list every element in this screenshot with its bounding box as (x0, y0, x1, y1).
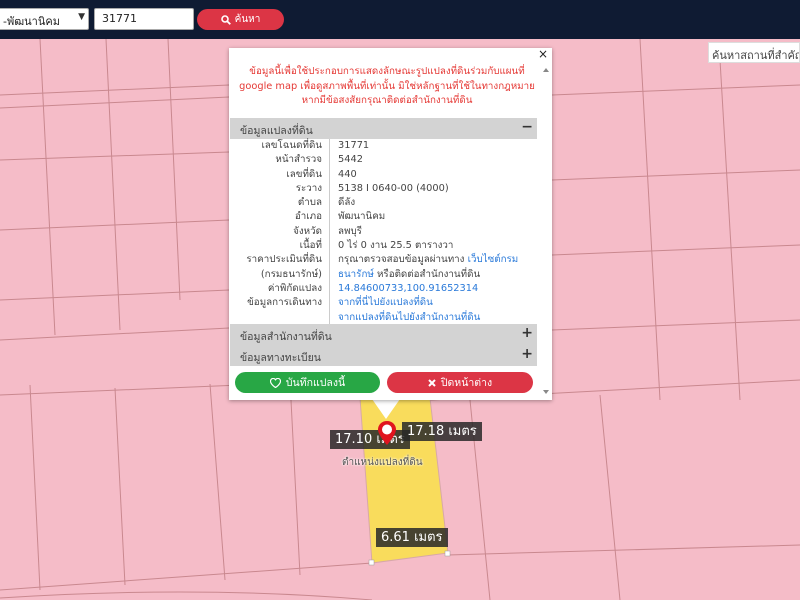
info-row-directions: ข้อมูลการเดินทาง จากที่นี่ไปยังแปลงที่ดิ… (230, 296, 537, 311)
directions-to-office-link[interactable]: จากแปลงที่ดินไปยังสำนักงานที่ดิน (329, 310, 537, 325)
info-row-district: อำเภอ พัฒนานิคม (230, 210, 537, 225)
section-parcel-info[interactable]: ข้อมูลแปลงที่ดิน − (230, 118, 537, 139)
collapse-icon[interactable]: − (521, 119, 533, 135)
info-row-coordinates: ค่าพิกัดแปลง 14.84600733,100.91652314 (230, 281, 537, 297)
section-office-info[interactable]: ข้อมูลสำนักงานที่ดิน + (230, 324, 537, 345)
info-label: เลขที่ดิน (286, 168, 322, 180)
section-title: ข้อมูลทางทะเบียน (240, 352, 321, 364)
measurement-label: 17.10 เมตร (330, 430, 410, 449)
info-label: เลขโฉนดที่ดิน (261, 140, 322, 151)
info-row-subdistrict: ตำบล ดีลัง (230, 196, 537, 211)
info-label: ค่าพิกัดแปลง (267, 282, 322, 294)
directions-to-parcel-link[interactable]: จากที่นี่ไปยังแปลงที่ดิน (329, 296, 537, 311)
search-icon (220, 14, 231, 25)
close-icon[interactable]: × (537, 48, 549, 61)
info-row-area: เนื้อที่ 0 ไร่ 0 งาน 25.5 ตารางวา (230, 239, 537, 254)
search-button-label: ค้นหา (234, 14, 261, 25)
info-row-province: จังหวัด ลพบุรี (230, 224, 537, 240)
measurement-label: 17.18 เมตร (402, 422, 482, 441)
section-title: ข้อมูลสำนักงานที่ดิน (240, 331, 332, 343)
coordinates-link[interactable]: 14.84600733,100.91652314 (329, 281, 537, 297)
info-row-land-no: เลขที่ดิน 440 (230, 167, 537, 182)
scroll-up-icon[interactable] (543, 68, 549, 72)
info-value: ลพบุรี (329, 224, 537, 240)
section-title: ข้อมูลแปลงที่ดิน (240, 125, 313, 137)
expand-icon[interactable]: + (521, 346, 533, 362)
info-value: ดีลัง (329, 196, 537, 211)
map-pin-icon[interactable] (377, 420, 397, 446)
close-window-button[interactable]: ปิดหน้าต่าง (387, 372, 533, 393)
section-registration-info[interactable]: ข้อมูลทางทะเบียน + (230, 345, 537, 366)
info-value: 0 ไร่ 0 งาน 25.5 ตารางวา (329, 239, 537, 254)
save-parcel-button[interactable]: บันทึกแปลงนี้ (235, 372, 380, 393)
parcel-location-label: ตำแหน่งแปลงที่ดิน (342, 457, 423, 468)
treasury-website-link[interactable]: เว็บไซต์กรม (468, 254, 519, 265)
treasury-link[interactable]: ธนารักษ์ (338, 269, 374, 280)
popup-tail (372, 399, 400, 419)
info-value: ธนารักษ์ หรือติดต่อสำนักงานที่ดิน (329, 267, 537, 282)
info-value: 5442 (329, 153, 537, 168)
info-value: พัฒนานิคม (329, 210, 537, 225)
info-label: (กรมธนารักษ์) (260, 268, 322, 280)
info-value: กรุณาตรวจสอบข้อมูลผ่านทาง เว็บไซต์กรม (329, 253, 537, 268)
x-icon (428, 378, 436, 387)
info-row-map-sheet: ระวาง 5138 I 0640-00 (4000) (230, 181, 537, 197)
contact-office-text: หรือติดต่อสำนักงานที่ดิน (376, 268, 481, 280)
info-row-deed-no: เลขโฉนดที่ดิน 31771 (230, 139, 537, 154)
info-row-appraisal-2: (กรมธนารักษ์) ธนารักษ์ หรือติดต่อสำนักงา… (230, 267, 537, 282)
info-row-directions-2: จากแปลงที่ดินไปยังสำนักงานที่ดิน (230, 310, 537, 325)
appraisal-text: กรุณาตรวจสอบข้อมูลผ่านทาง (338, 254, 465, 266)
heart-icon (269, 377, 281, 388)
info-label: หน้าสำรวจ (275, 154, 322, 166)
scroll-down-icon[interactable] (543, 390, 549, 394)
disclaimer-text: ข้อมูลนี้เพื่อใช้ประกอบการแสดงลักษณะรูปแ… (239, 66, 535, 106)
top-bar: -พัฒนานิคม ▼ 31771 ค้นหา (0, 0, 800, 39)
measurement-label: 6.61 เมตร (376, 528, 448, 547)
save-button-label: บันทึกแปลงนี้ (285, 377, 346, 389)
info-label: ข้อมูลการเดินทาง (247, 297, 322, 309)
parcel-info-table: เลขโฉนดที่ดิน 31771 หน้าสำรวจ 5442 เลขที… (230, 139, 537, 325)
info-label (230, 311, 329, 325)
info-label: ราคาประเมินที่ดิน (246, 254, 322, 266)
info-value: 5138 I 0640-00 (4000) (329, 181, 537, 197)
info-value: 440 (329, 167, 537, 182)
expand-icon[interactable]: + (521, 325, 533, 341)
info-label: จังหวัด (293, 225, 322, 237)
district-select[interactable]: -พัฒนานิคม ▼ (0, 8, 89, 30)
info-row-appraisal: ราคาประเมินที่ดิน กรุณาตรวจสอบข้อมูลผ่าน… (230, 253, 537, 268)
place-search-input[interactable]: ค้นหาสถานที่สำคัญ (708, 42, 800, 63)
info-value: 31771 (329, 139, 537, 154)
search-input[interactable]: 31771 (94, 8, 194, 30)
popup-scrollbar[interactable] (541, 64, 551, 398)
info-label: อำเภอ (294, 211, 322, 223)
info-row-survey-page: หน้าสำรวจ 5442 (230, 153, 537, 168)
chevron-down-icon: ▼ (78, 12, 85, 22)
close-window-label: ปิดหน้าต่าง (440, 377, 493, 389)
info-label: เนื้อที่ (299, 240, 322, 252)
district-select-value: -พัฒนานิคม (3, 15, 60, 28)
search-button[interactable]: ค้นหา (197, 9, 284, 30)
info-label: ระวาง (295, 182, 322, 194)
parcel-info-popup: × ข้อมูลนี้เพื่อใช้ประกอบการแสดงลักษณะรู… (229, 48, 552, 400)
info-label: ตำบล (297, 197, 322, 209)
